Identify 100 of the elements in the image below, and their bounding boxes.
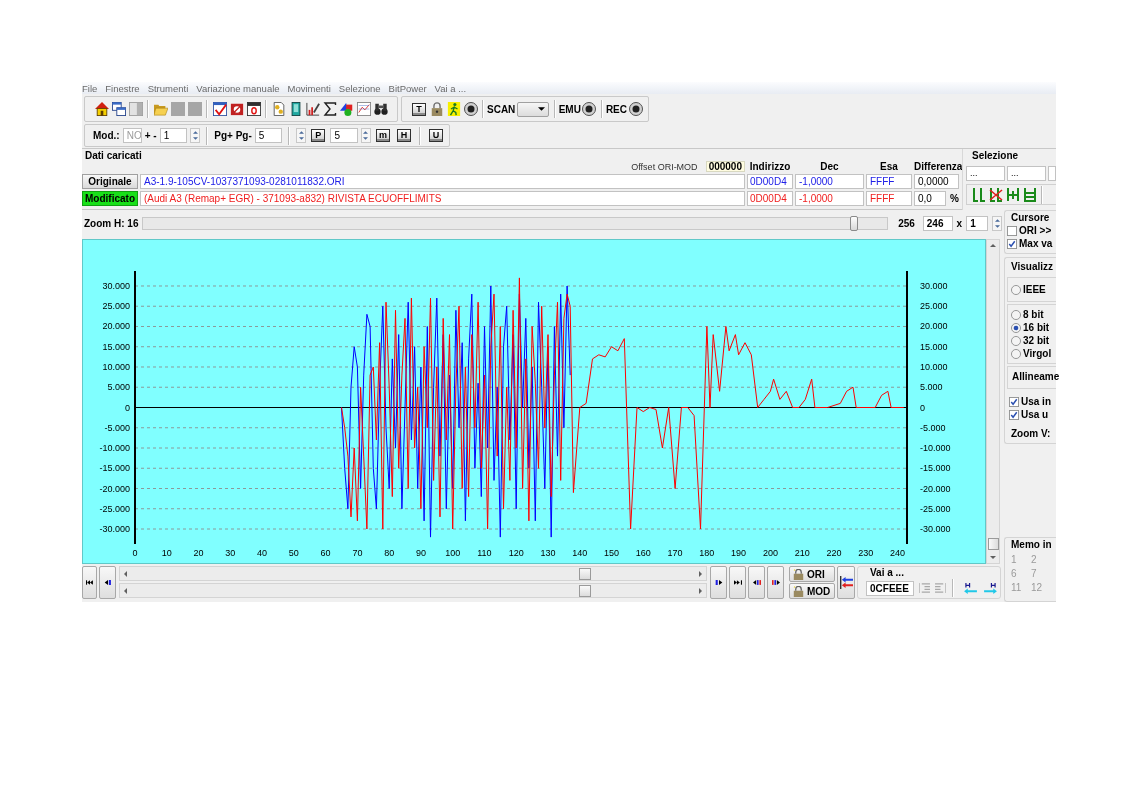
radio-button[interactable]	[1011, 335, 1021, 346]
zoom-value-field[interactable]: 246	[922, 216, 953, 231]
menu-item[interactable]: Finestre	[105, 82, 140, 94]
bracket-equal-icon[interactable]	[1022, 187, 1037, 202]
key-button[interactable]: U	[429, 129, 443, 142]
runner-icon[interactable]	[446, 102, 461, 116]
key-button[interactable]: H	[397, 129, 411, 142]
hex-field[interactable]: FFFF	[866, 174, 912, 189]
diff-back-button[interactable]	[748, 566, 765, 599]
spin-button[interactable]	[296, 128, 307, 143]
file-name-field[interactable]: (Audi A3 (Remap+ EGR) - 371093-a832) RIVISTA ECUOFFLIMITS	[140, 191, 745, 206]
bracket-delete-icon[interactable]	[988, 187, 1003, 202]
ori-lock-button[interactable]: ORI	[789, 566, 835, 582]
zoom-slider-track[interactable]	[142, 217, 889, 230]
offset-field[interactable]: 000000	[705, 161, 745, 172]
lock-icon[interactable]	[429, 102, 444, 116]
first-button[interactable]	[82, 566, 97, 599]
diff-forward-button[interactable]	[767, 566, 784, 599]
copy-button[interactable]	[837, 566, 855, 599]
spin-button[interactable]	[190, 128, 201, 143]
no-entry-icon[interactable]	[229, 102, 244, 116]
scrollbar-thumb[interactable]	[579, 584, 591, 597]
selection-field[interactable]: ...	[1007, 166, 1046, 181]
checkbox[interactable]	[1007, 238, 1017, 249]
spin-button[interactable]	[361, 128, 371, 143]
selection-field[interactable]: ...	[966, 166, 1005, 181]
scrollbar-thumb[interactable]	[579, 567, 591, 580]
text-tool-button[interactable]: T	[412, 102, 426, 116]
hex-field[interactable]: FFFF	[866, 191, 912, 206]
left-arrow-icon[interactable]	[124, 587, 127, 594]
x-axis-label: 140	[572, 548, 588, 558]
radio-button[interactable]	[1011, 322, 1021, 333]
difference-field[interactable]: 0,0	[914, 191, 947, 206]
horizontal-scrollbar[interactable]	[119, 566, 707, 581]
binoculars-icon[interactable]	[373, 102, 388, 116]
address-input[interactable]: 0CFEEE	[866, 580, 914, 596]
y-axis-label: 5.000	[107, 382, 130, 393]
address-field[interactable]: 0D00D4	[747, 174, 793, 189]
menu-item[interactable]: Vai a ...	[434, 82, 467, 94]
device-icon[interactable]	[288, 102, 303, 116]
mod-lock-button[interactable]: MOD	[789, 583, 835, 599]
difference-field[interactable]: 0,0000	[914, 174, 959, 189]
checklist-icon[interactable]	[212, 102, 227, 116]
y-axis-label: 0	[125, 402, 130, 413]
slider-thumb[interactable]	[849, 216, 858, 231]
spin-button[interactable]	[992, 216, 1002, 231]
right-arrow-icon[interactable]	[699, 587, 702, 594]
decimal-field[interactable]: -1,0000	[795, 174, 864, 189]
document-icon[interactable]	[271, 102, 286, 116]
bracket-plus-icon[interactable]	[1005, 187, 1020, 202]
menu-item[interactable]: Selezione	[338, 82, 381, 94]
step-field[interactable]: 1	[159, 128, 188, 143]
scan-dropdown[interactable]	[517, 101, 549, 117]
key-button[interactable]: m	[376, 129, 390, 142]
menu-item[interactable]: Strumenti	[147, 82, 189, 94]
checkbox[interactable]	[1009, 409, 1019, 420]
file-selector-button[interactable]: Originale	[82, 174, 138, 189]
sigma-icon[interactable]	[322, 102, 337, 116]
file-selector-button[interactable]: Modificato	[82, 191, 138, 206]
vertical-scrollbar[interactable]	[986, 239, 1000, 564]
calendar-icon[interactable]	[246, 102, 261, 116]
record-icon[interactable]	[463, 102, 478, 116]
home-icon[interactable]	[94, 102, 109, 116]
left-arrow-icon[interactable]	[124, 570, 127, 577]
menu-item[interactable]: Variazione manuale	[196, 82, 280, 94]
menu-item[interactable]: BitPower	[388, 82, 427, 94]
line-chart-icon[interactable]	[356, 102, 371, 116]
radio-button[interactable]	[1011, 284, 1021, 295]
radio-button[interactable]	[1011, 309, 1021, 320]
down-arrow-icon[interactable]	[990, 556, 996, 559]
selection-field[interactable]	[1048, 166, 1056, 181]
windows-icon[interactable]	[111, 102, 126, 116]
decimal-field[interactable]: -1,0000	[795, 191, 864, 206]
p-field[interactable]: 5	[330, 128, 358, 143]
address-field[interactable]: 0D00D4	[747, 191, 793, 206]
last-button[interactable]	[729, 566, 746, 599]
page-field[interactable]: 5	[254, 128, 283, 143]
next-button[interactable]	[710, 566, 727, 599]
horizontal-scrollbar[interactable]	[119, 583, 707, 598]
right-arrow-icon[interactable]	[699, 570, 702, 577]
record-icon[interactable]	[628, 102, 643, 116]
file-name-field[interactable]: A3-1.9-105CV-1037371093-0281011832.ORI	[140, 174, 745, 189]
factor-field[interactable]: 1	[966, 216, 988, 231]
arrow-right-icon[interactable]	[984, 582, 997, 594]
shapes-icon[interactable]	[339, 102, 354, 116]
x-axis-label: 170	[667, 548, 683, 558]
p-key-button[interactable]: P	[311, 129, 326, 142]
skip-first-icon	[85, 580, 94, 585]
menu-item[interactable]: File	[82, 82, 98, 94]
checkbox[interactable]	[1009, 396, 1019, 407]
radio-button[interactable]	[1011, 348, 1021, 359]
menu-item[interactable]: Movimenti	[287, 82, 331, 94]
previous-button[interactable]	[99, 566, 116, 599]
up-arrow-icon[interactable]	[990, 244, 996, 247]
bracket-icon[interactable]	[971, 187, 986, 202]
checkbox[interactable]	[1007, 225, 1017, 236]
scrollbar-thumb[interactable]	[987, 538, 999, 550]
arrow-left-icon[interactable]	[964, 582, 977, 594]
chart-edit-icon[interactable]	[305, 102, 320, 116]
record-icon[interactable]	[582, 102, 597, 116]
